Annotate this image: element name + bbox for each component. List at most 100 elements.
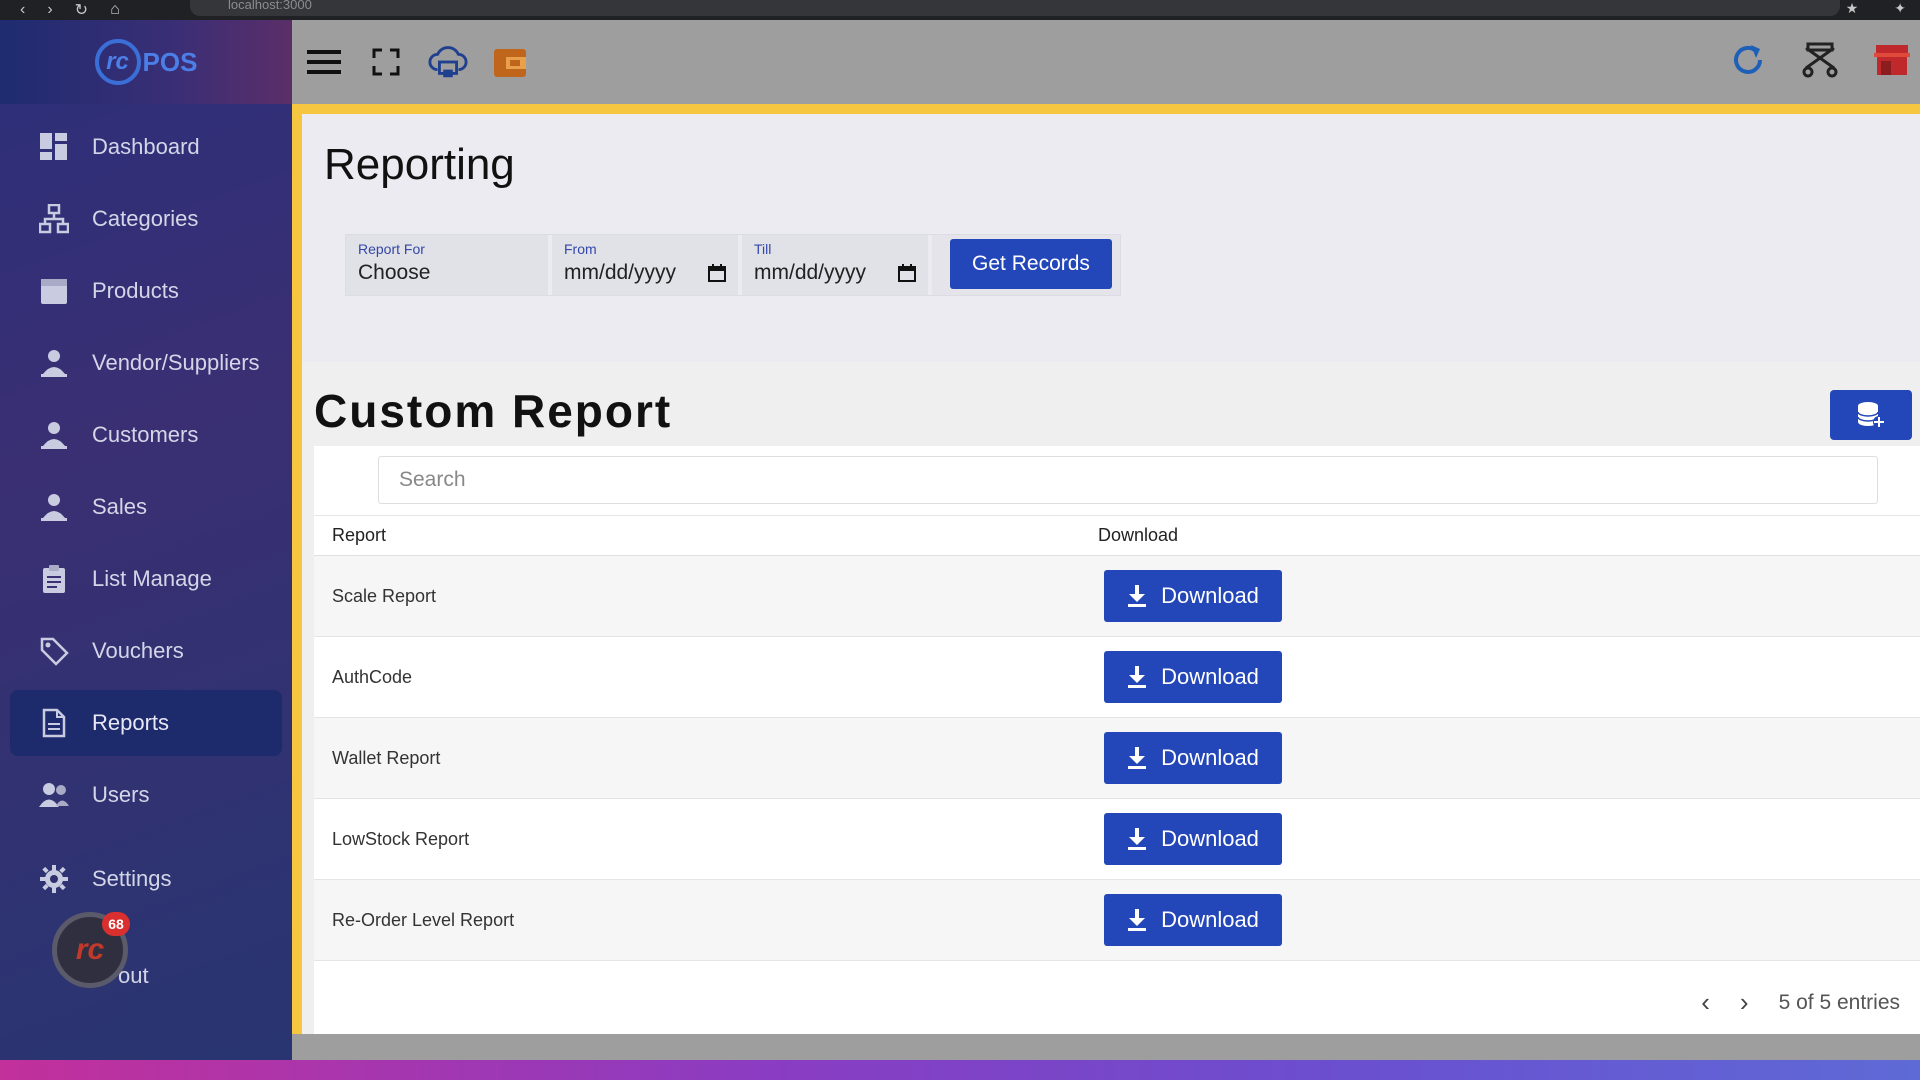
store-button[interactable] [1872, 40, 1912, 80]
search-input[interactable] [378, 456, 1878, 504]
download-label: Download [1161, 826, 1259, 851]
browser-nav: ‹ › ↻ ⌂ [20, 0, 120, 20]
report-name: Scale Report [332, 585, 437, 606]
calendar-icon[interactable] [898, 264, 916, 282]
download-icon [1128, 585, 1147, 607]
sidebar-item-label: Vendor/Suppliers [92, 350, 260, 375]
till-label: Till [754, 241, 772, 257]
pagination: ‹ › 5 of 5 entries [1701, 987, 1900, 1018]
report-name: Wallet Report [332, 747, 441, 768]
cash-drawer-button[interactable] [1800, 40, 1840, 80]
download-label: Download [1161, 907, 1259, 932]
sidebar: rc POS Dashboard Categories Products Ven… [0, 20, 292, 1060]
download-label: Download [1161, 745, 1259, 770]
avatar-logo-text: rc [75, 933, 105, 966]
table-row: Re-Order Level Report Download [314, 880, 1920, 961]
fullscreen-button[interactable] [366, 42, 406, 82]
extensions-icon[interactable]: ✦ [1894, 0, 1906, 17]
tag-icon [38, 635, 70, 667]
desktop-taskbar-strip [0, 1060, 1920, 1080]
cloud-printer-icon [428, 46, 468, 78]
sidebar-item-label: Users [92, 782, 150, 807]
sidebar-item-categories[interactable]: Categories [10, 186, 282, 252]
sidebar-item-sales[interactable]: Sales [10, 474, 282, 540]
hamburger-icon [307, 50, 341, 74]
download-button[interactable]: Download [1104, 651, 1282, 703]
download-button[interactable]: Download [1104, 894, 1282, 946]
cloud-sync-button[interactable] [428, 42, 468, 82]
sidebar-item-users[interactable]: Users [10, 762, 282, 828]
download-label: Download [1161, 664, 1259, 689]
download-label: Download [1161, 583, 1259, 608]
from-date-field[interactable]: From mm/dd/yyyy [552, 235, 742, 295]
report-filters: Report For Choose From mm/dd/yyyy Till m… [345, 234, 1121, 296]
forward-icon[interactable]: › [47, 1, 52, 19]
topbar-left-actions [304, 42, 530, 82]
table-body: Scale Report Download AuthCode Download … [314, 556, 1920, 961]
report-for-label: Report For [358, 241, 425, 257]
person-icon [38, 347, 70, 379]
wallet-icon [494, 49, 526, 77]
search-bar [314, 446, 1920, 516]
table-row: AuthCode Download [314, 637, 1920, 718]
sidebar-item-label: Dashboard [92, 134, 200, 159]
person-icon [38, 491, 70, 523]
refresh-button[interactable] [1728, 40, 1768, 80]
home-icon[interactable]: ⌂ [110, 1, 120, 19]
till-date-field[interactable]: Till mm/dd/yyyy [742, 235, 932, 295]
reload-icon[interactable]: ↻ [75, 0, 88, 20]
next-page-icon[interactable]: › [1740, 987, 1749, 1018]
sidebar-item-label: List Manage [92, 566, 212, 591]
logo-suffix: POS [142, 46, 198, 77]
sidebar-item-customers[interactable]: Customers [10, 402, 282, 468]
sidebar-item-reports[interactable]: Reports [10, 690, 282, 756]
sidebar-item-settings[interactable]: Settings [10, 846, 282, 912]
database-add-icon [1857, 402, 1885, 428]
clipboard-icon [38, 563, 70, 595]
till-date-value: mm/dd/yyyy [754, 261, 867, 284]
fullscreen-icon [372, 48, 400, 76]
bookmark-icon[interactable]: ★ [1846, 0, 1859, 17]
sidebar-item-vouchers[interactable]: Vouchers [10, 618, 282, 684]
report-name: LowStock Report [332, 828, 470, 849]
get-records-button[interactable]: Get Records [950, 239, 1112, 289]
sidebar-item-dashboard[interactable]: Dashboard [10, 114, 282, 180]
report-for-value: Choose [358, 261, 431, 284]
sidebar-item-label: Customers [92, 422, 199, 447]
dashboard-icon [38, 131, 70, 163]
pagination-info: 5 of 5 entries [1778, 990, 1900, 1014]
download-icon [1128, 747, 1147, 769]
column-header-download: Download [1098, 525, 1179, 545]
table-row: LowStock Report Download [314, 799, 1920, 880]
wallet-button[interactable] [490, 42, 530, 82]
report-for-select[interactable]: Report For Choose [346, 235, 552, 295]
from-label: From [564, 241, 597, 257]
calendar-icon[interactable] [708, 264, 726, 282]
download-button[interactable]: Download [1104, 732, 1282, 784]
sidebar-menu: Dashboard Categories Products Vendor/Sup… [0, 104, 292, 912]
download-button[interactable]: Download [1104, 570, 1282, 622]
sidebar-item-list-manage[interactable]: List Manage [10, 546, 282, 612]
table-row: Scale Report Download [314, 556, 1920, 637]
table-header: Report Download [314, 516, 1920, 556]
refresh-icon [1734, 45, 1762, 74]
sidebar-item-label: Products [92, 278, 179, 303]
sitemap-icon [38, 203, 70, 235]
back-icon[interactable]: ‹ [20, 1, 25, 19]
add-report-button[interactable] [1830, 390, 1912, 440]
footer-bar [292, 1034, 1920, 1060]
drawer-icon [1802, 42, 1838, 78]
main-content: Reporting Report For Choose From mm/dd/y… [292, 104, 1920, 1034]
address-bar[interactable]: localhost:3000 [190, 0, 1840, 16]
store-icon [1874, 45, 1910, 75]
menu-toggle-button[interactable] [304, 42, 344, 82]
gear-icon [38, 863, 70, 895]
sidebar-item-products[interactable]: Products [10, 258, 282, 324]
app-logo[interactable]: rc POS [0, 20, 292, 104]
users-icon [38, 779, 70, 811]
download-button[interactable]: Download [1104, 813, 1282, 865]
prev-page-icon[interactable]: ‹ [1701, 987, 1710, 1018]
sidebar-item-vendor-suppliers[interactable]: Vendor/Suppliers [10, 330, 282, 396]
report-name: Re-Order Level Report [332, 909, 515, 930]
report-name: AuthCode [332, 666, 413, 687]
